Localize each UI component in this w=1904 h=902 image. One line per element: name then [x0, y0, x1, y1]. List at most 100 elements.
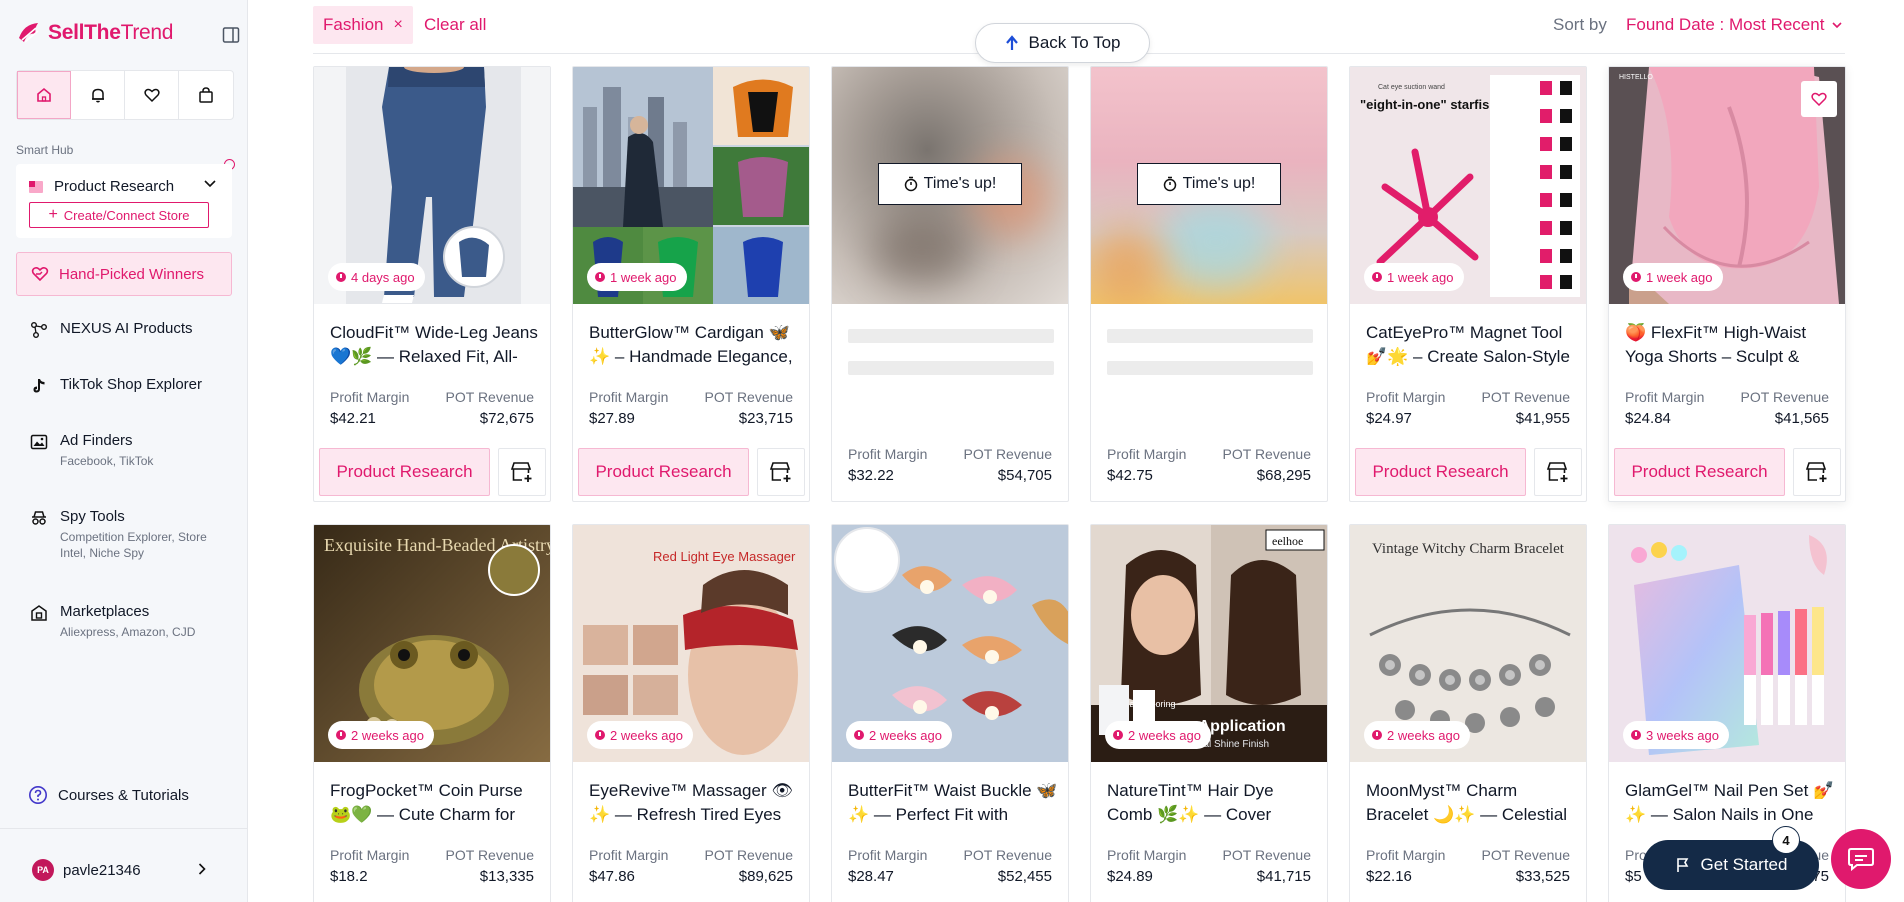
sidebar-item-tiktok-shop[interactable]: TikTok Shop Explorer [30, 376, 202, 395]
product-card[interactable]: Cat eye suction wand "eight-in-one" star… [1349, 66, 1587, 502]
pot-revenue-value: $33,525 [1515, 868, 1570, 885]
timer-icon [904, 176, 917, 192]
profit-margin-value: $24.97 [1366, 410, 1412, 427]
timer-icon [1163, 176, 1176, 192]
favorite-button[interactable] [1801, 81, 1837, 117]
times-up-overlay[interactable]: Time's up! [878, 163, 1022, 205]
clock-icon [1631, 730, 1641, 740]
product-research-button[interactable]: Product Research [578, 448, 749, 496]
product-title[interactable]: MoonMyst™ Charm Bracelet 🌙✨ — Celestial [1366, 779, 1576, 827]
profit-margin-label: Profit Margin [848, 446, 928, 462]
product-title[interactable]: NatureTint™ Hair Dye Comb 🌿✨ — Cover [1107, 779, 1317, 827]
product-card[interactable]: eelhoe Full Head Coloring en Application… [1090, 524, 1328, 902]
times-up-overlay[interactable]: Time's up! [1137, 163, 1281, 205]
found-date-badge: 1 week ago [1623, 263, 1723, 291]
pot-revenue-label: POT Revenue [1222, 847, 1311, 863]
product-card[interactable]: Exquisite Hand-Beaded Artistry 2 weeks a… [313, 524, 551, 902]
clock-icon [1372, 272, 1382, 282]
found-date-badge: 3 weeks ago [1623, 721, 1729, 749]
image-ad-icon [30, 434, 48, 450]
product-card[interactable]: HISTELLO 1 week ago 🍑 FlexFit™ High-Wais… [1608, 66, 1846, 502]
product-card[interactable]: Vintage Witchy Charm Bracelet 2 weeks ag… [1349, 524, 1587, 902]
product-title[interactable]: ButterGlow™ Cardigan 🦋✨ – Handmade Elega… [589, 321, 799, 369]
found-date-badge: 2 weeks ago [587, 721, 693, 749]
sidebar-item-ad-finders[interactable]: Ad Finders Facebook, TikTok [30, 432, 153, 469]
pot-revenue-label: POT Revenue [445, 847, 534, 863]
pot-revenue-value: $13,335 [479, 868, 534, 885]
product-research-button[interactable]: Product Research [319, 448, 490, 496]
profit-margin-label: Profit Margin [589, 389, 669, 405]
sidebar-item-nexus[interactable]: NEXUS AI Products [30, 320, 193, 339]
add-to-store-button[interactable] [1534, 448, 1582, 496]
sort-dropdown[interactable]: Found Date : Most Recent [1626, 15, 1843, 35]
clock-icon [1113, 730, 1123, 740]
product-title[interactable]: FrogPocket™ Coin Purse 🐸💚 — Cute Charm f… [330, 779, 540, 827]
product-image: Vintage Witchy Charm Bracelet 2 weeks ag… [1350, 525, 1586, 762]
filter-chip-fashion[interactable]: Fashion × [313, 6, 413, 44]
profit-margin-value: $42.75 [1107, 467, 1153, 484]
title-skeleton [1107, 329, 1313, 343]
close-icon[interactable]: × [393, 16, 402, 34]
pot-revenue-value: $41,955 [1515, 410, 1570, 427]
hand-picked-winners-link[interactable]: Hand-Picked Winners [16, 252, 232, 296]
clock-icon [1631, 272, 1641, 282]
product-research-button[interactable]: Product Research [1355, 448, 1526, 496]
product-card[interactable]: 2 weeks ago ButterFit™ Waist Buckle 🦋✨ —… [831, 524, 1069, 902]
home-icon[interactable] [17, 71, 71, 119]
collapse-sidebar-icon[interactable] [222, 26, 240, 44]
product-title[interactable]: CatEyePro™ Magnet Tool 💅🌟 – Create Salon… [1366, 321, 1576, 369]
flag-icon [1676, 858, 1688, 872]
product-research-button[interactable]: Product Research [1614, 448, 1785, 496]
help-circle-icon [29, 786, 47, 804]
add-to-store-button[interactable] [498, 448, 546, 496]
bell-icon[interactable] [71, 71, 125, 119]
profit-margin-label: Profit Margin [1107, 446, 1187, 462]
eye-caption: Red Light Eye Massager [653, 549, 796, 564]
hub-selected-label: Product Research [54, 178, 175, 195]
sidebar-item-spy-tools[interactable]: Spy Tools Competition Explorer, Store In… [30, 508, 210, 561]
chevron-down-icon[interactable] [204, 180, 216, 188]
product-card[interactable]: 1 week ago ButterGlow™ Cardigan 🦋✨ – Han… [572, 66, 810, 502]
product-image: eelhoe Full Head Coloring en Application… [1091, 525, 1327, 762]
create-store-button[interactable]: + Create/Connect Store [29, 202, 209, 228]
product-card[interactable]: 4 days ago CloudFit™ Wide-Leg Jeans 💙🌿 —… [313, 66, 551, 502]
back-to-top-button[interactable]: Back To Top [975, 23, 1150, 63]
pot-revenue-label: POT Revenue [963, 847, 1052, 863]
profit-margin-label: Profit Margin [330, 389, 410, 405]
add-to-store-button[interactable] [757, 448, 805, 496]
logo[interactable]: SellTheTrend [16, 20, 173, 46]
logo-text: SellTheTrend [48, 21, 174, 44]
profit-margin-label: Profit Margin [1625, 389, 1705, 405]
hub-selector[interactable]: Product Research + Create/Connect Store [16, 164, 232, 238]
product-title[interactable]: 🍑 FlexFit™ High-Waist Yoga Shorts – Scul… [1625, 321, 1835, 369]
chat-button[interactable] [1831, 829, 1891, 889]
product-card-locked[interactable]: Time's up! Profit Margin POT Revenue $32… [831, 66, 1069, 502]
avatar: PA [32, 859, 54, 881]
pot-revenue-value: $68,295 [1256, 467, 1311, 484]
product-title[interactable]: GlamGel™ Nail Pen Set 💅✨ — Salon Nails i… [1625, 779, 1835, 827]
add-to-store-button[interactable] [1793, 448, 1841, 496]
product-title[interactable]: EyeRevive™ Massager 👁✨ — Refresh Tired E… [589, 779, 799, 827]
product-card-locked[interactable]: Time's up! Profit Margin POT Revenue $42… [1090, 66, 1328, 502]
pot-revenue-value: $72,675 [479, 410, 534, 427]
pot-revenue-label: POT Revenue [1740, 389, 1829, 405]
product-title[interactable]: CloudFit™ Wide-Leg Jeans 💙🌿 — Relaxed Fi… [330, 321, 540, 369]
sidebar-item-marketplaces[interactable]: Marketplaces Aliexpress, Amazon, CJD [30, 603, 195, 640]
heart-icon[interactable] [125, 71, 179, 119]
profit-margin-label: Profit Margin [1107, 847, 1187, 863]
product-image: Red Light Eye Massager 2 weeks ago [573, 525, 809, 762]
profit-margin-label: Profit Margin [589, 847, 669, 863]
product-card[interactable]: Red Light Eye Massager 2 weeks ago EyeRe… [572, 524, 810, 902]
profit-margin-value: $32.22 [848, 467, 894, 484]
logo-icon [19, 23, 39, 43]
product-image: 2 weeks ago [832, 525, 1068, 762]
nexus-nodes-icon [31, 322, 47, 338]
pot-revenue-label: POT Revenue [963, 446, 1052, 462]
user-menu[interactable]: PA pavle21346 [0, 828, 248, 902]
clear-all-link[interactable]: Clear all [424, 15, 486, 35]
product-title[interactable]: ButterFit™ Waist Buckle 🦋✨ — Perfect Fit… [848, 779, 1058, 827]
pot-revenue-label: POT Revenue [1481, 847, 1570, 863]
shopping-bag-icon[interactable] [179, 71, 233, 119]
add-to-store-icon [1546, 462, 1568, 482]
courses-tutorials-link[interactable]: Courses & Tutorials [28, 785, 189, 805]
